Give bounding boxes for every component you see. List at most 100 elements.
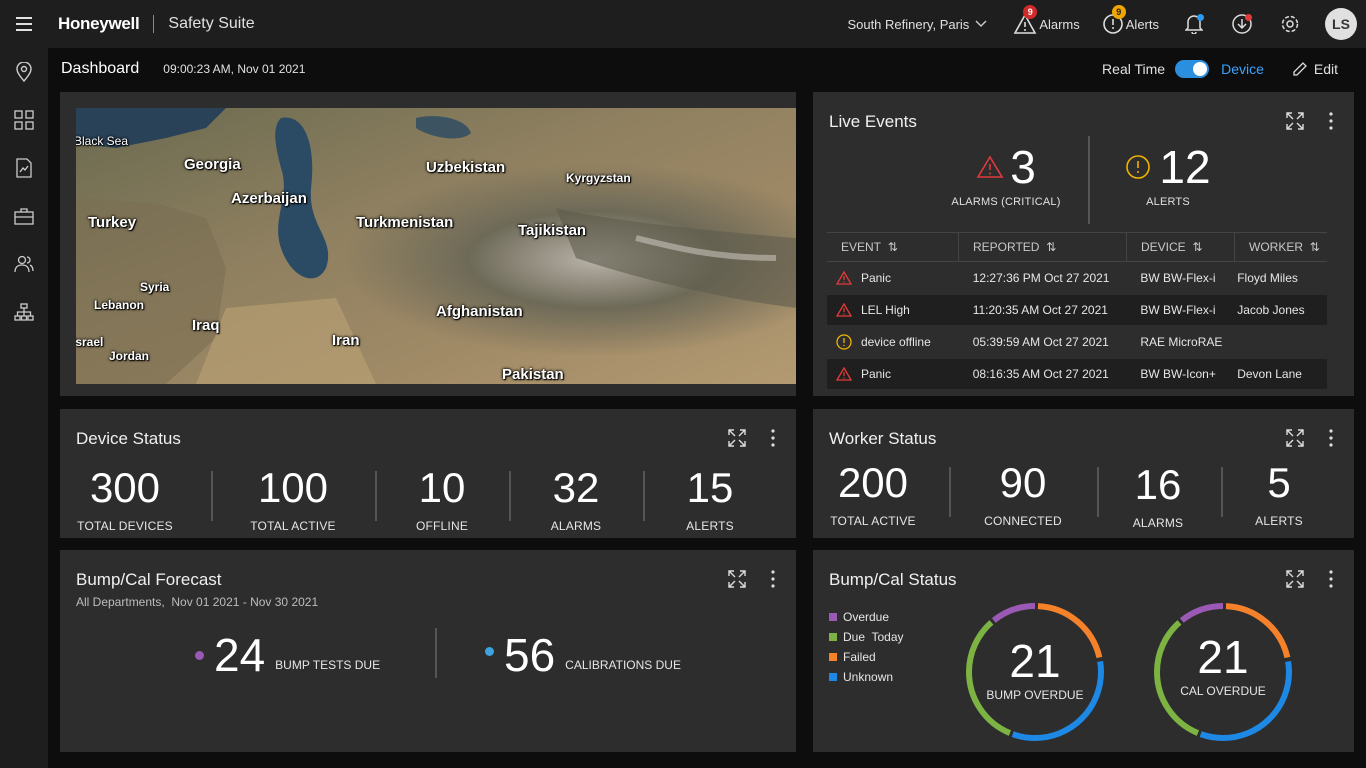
- more-button[interactable]: [1320, 427, 1342, 449]
- stat-alerts[interactable]: 15 ALERTS: [665, 464, 755, 534]
- divider: [509, 471, 511, 521]
- critical-alarms-label: ALARMS (CRITICAL): [951, 196, 1061, 208]
- map-card: Black Sea Georgia Azerbaijan Turkey Uzbe…: [60, 92, 796, 396]
- table-row[interactable]: LEL High 11:20:35 AM Oct 27 2021 BW BW-F…: [827, 295, 1327, 325]
- download-button[interactable]: [1229, 11, 1255, 37]
- expand-button[interactable]: [1284, 110, 1306, 132]
- bump-overdue-donut[interactable]: 21 BUMP OVERDUE: [963, 600, 1107, 744]
- device-link[interactable]: Device: [1221, 61, 1264, 77]
- notifications-button[interactable]: [1181, 11, 1207, 37]
- site-name: South Refinery, Paris: [847, 16, 970, 32]
- column-header-event[interactable]: EVENT ⇅: [827, 233, 959, 261]
- legend-label: Unknown: [843, 670, 894, 684]
- bump-tests-due-stat[interactable]: 24 BUMP TESTS DUE: [195, 632, 380, 678]
- map-label: Syria: [140, 280, 170, 294]
- divider: [211, 471, 213, 521]
- expand-button[interactable]: [726, 427, 748, 449]
- divider: [1088, 136, 1090, 224]
- table-row[interactable]: Panic 12:27:36 PM Oct 27 2021 BW BW-Flex…: [827, 263, 1327, 293]
- legend-item-due-today[interactable]: Due Today: [829, 630, 904, 644]
- chevron-down-icon: [975, 20, 987, 27]
- stat-alerts[interactable]: 5 ALERTS: [1241, 462, 1317, 529]
- stat-value: 15: [686, 464, 734, 511]
- realtime-label: Real Time: [1102, 61, 1166, 77]
- stat-label: ALARMS: [550, 519, 602, 533]
- table-row[interactable]: Panic 08:16:35 AM Oct 27 2021 BW BW-Icon…: [827, 359, 1327, 389]
- map-view[interactable]: Black Sea Georgia Azerbaijan Turkey Uzbe…: [76, 108, 796, 384]
- site-selector[interactable]: South Refinery, Paris: [847, 17, 987, 32]
- avatar[interactable]: LS: [1325, 8, 1357, 40]
- map-label: Jordan: [109, 349, 150, 363]
- sub-header: Dashboard 09:00:23 AM, Nov 01 2021 Real …: [48, 48, 1366, 90]
- alerts-stat[interactable]: 12 ALERTS: [1113, 144, 1223, 208]
- column-header-reported[interactable]: REPORTED ⇅: [959, 233, 1127, 261]
- top-bar: Honeywell Safety Suite South Refinery, P…: [0, 0, 1366, 48]
- realtime-toggle[interactable]: [1175, 60, 1210, 78]
- event-name: Panic: [860, 367, 891, 381]
- calibrations-due-stat[interactable]: 56 CALIBRATIONS DUE: [485, 632, 681, 678]
- map-label: Turkmenistan: [356, 214, 454, 231]
- stat-total-active[interactable]: 200 TOTAL ACTIVE: [821, 462, 925, 529]
- alarms-label: Alarms: [1039, 16, 1080, 32]
- divider: [1221, 467, 1223, 517]
- event-device: BW BW-Icon+: [1140, 367, 1216, 381]
- legend-item-unknown[interactable]: Unknown: [829, 670, 893, 684]
- legend-label: Due Today: [843, 630, 904, 644]
- stat-value: 10: [418, 464, 466, 511]
- legend-item-overdue[interactable]: Overdue: [829, 610, 889, 624]
- sidebar-item-hierarchy[interactable]: [0, 288, 48, 336]
- bumpcal-forecast-card: Bump/Cal Forecast All Departments, Nov 0…: [60, 550, 796, 752]
- column-header-device[interactable]: DEVICE ⇅: [1127, 233, 1235, 261]
- map-label: Tajikistan: [518, 222, 587, 239]
- map-label: Iran: [332, 332, 360, 349]
- more-button[interactable]: [1320, 568, 1342, 590]
- edit-button[interactable]: Edit: [1292, 61, 1338, 77]
- bump-tests-value: 24: [214, 629, 266, 681]
- suite-name: Safety Suite: [168, 15, 255, 32]
- logo-divider: [153, 15, 155, 33]
- legend-item-failed[interactable]: Failed: [829, 650, 876, 664]
- bump-overdue-value: 21: [1009, 635, 1061, 687]
- stat-alarms[interactable]: 16 ALARMS: [1118, 464, 1198, 531]
- event-worker: Devon Lane: [1237, 367, 1302, 381]
- more-button[interactable]: [762, 568, 784, 590]
- map-label: Turkey: [88, 214, 137, 231]
- menu-icon[interactable]: [0, 0, 48, 48]
- table-row[interactable]: device offline 05:39:59 AM Oct 27 2021 R…: [827, 327, 1327, 357]
- sidebar-item-dashboard[interactable]: [0, 96, 48, 144]
- stat-total-devices[interactable]: 300 TOTAL DEVICES: [70, 467, 180, 534]
- more-button[interactable]: [1320, 110, 1342, 132]
- column-header-worker[interactable]: WORKER ⇅: [1235, 233, 1327, 261]
- sidebar-item-map[interactable]: [0, 48, 48, 96]
- notification-dot: [1197, 14, 1204, 21]
- honeywell-logo: Honeywell: [58, 14, 140, 33]
- more-vertical-icon: [771, 429, 775, 447]
- alerts-count: 12: [1159, 141, 1211, 193]
- map-label: Pakistan: [502, 366, 564, 383]
- critical-alarms-stat[interactable]: 3 ALARMS (CRITICAL): [943, 144, 1069, 208]
- map-label: Afghanistan: [436, 303, 523, 320]
- stat-offline[interactable]: 10 OFFLINE: [397, 464, 487, 534]
- sidebar-item-reports[interactable]: [0, 144, 48, 192]
- cal-overdue-donut[interactable]: 21 CAL OVERDUE: [1151, 600, 1295, 744]
- stat-total-active[interactable]: 100 TOTAL ACTIVE: [238, 467, 348, 534]
- alert-circle-icon: [836, 334, 852, 350]
- device-status-card: Device Status 300 TOTAL DEVICES 100 TOTA…: [60, 409, 796, 538]
- expand-button[interactable]: [1284, 568, 1306, 590]
- expand-button[interactable]: [1284, 427, 1306, 449]
- stat-alarms[interactable]: 32 ALARMS: [531, 467, 621, 534]
- event-name: device offline: [860, 335, 931, 349]
- sidebar-item-devices[interactable]: [0, 192, 48, 240]
- sidebar-item-workers[interactable]: [0, 240, 48, 288]
- expand-button[interactable]: [726, 568, 748, 590]
- more-button[interactable]: [762, 427, 784, 449]
- more-vertical-icon: [1329, 112, 1333, 130]
- stat-connected[interactable]: 90 CONNECTED: [973, 462, 1073, 529]
- alerts-button[interactable]: 9 Alerts: [1102, 5, 1159, 35]
- alert-circle-icon: [1126, 155, 1151, 179]
- stat-label: ALERTS: [1255, 514, 1303, 528]
- alarms-button[interactable]: 9 Alarms: [1013, 5, 1080, 35]
- stat-label: OFFLINE: [415, 519, 469, 533]
- event-reported: 05:39:59 AM Oct 27 2021: [972, 335, 1109, 349]
- settings-button[interactable]: [1277, 11, 1303, 37]
